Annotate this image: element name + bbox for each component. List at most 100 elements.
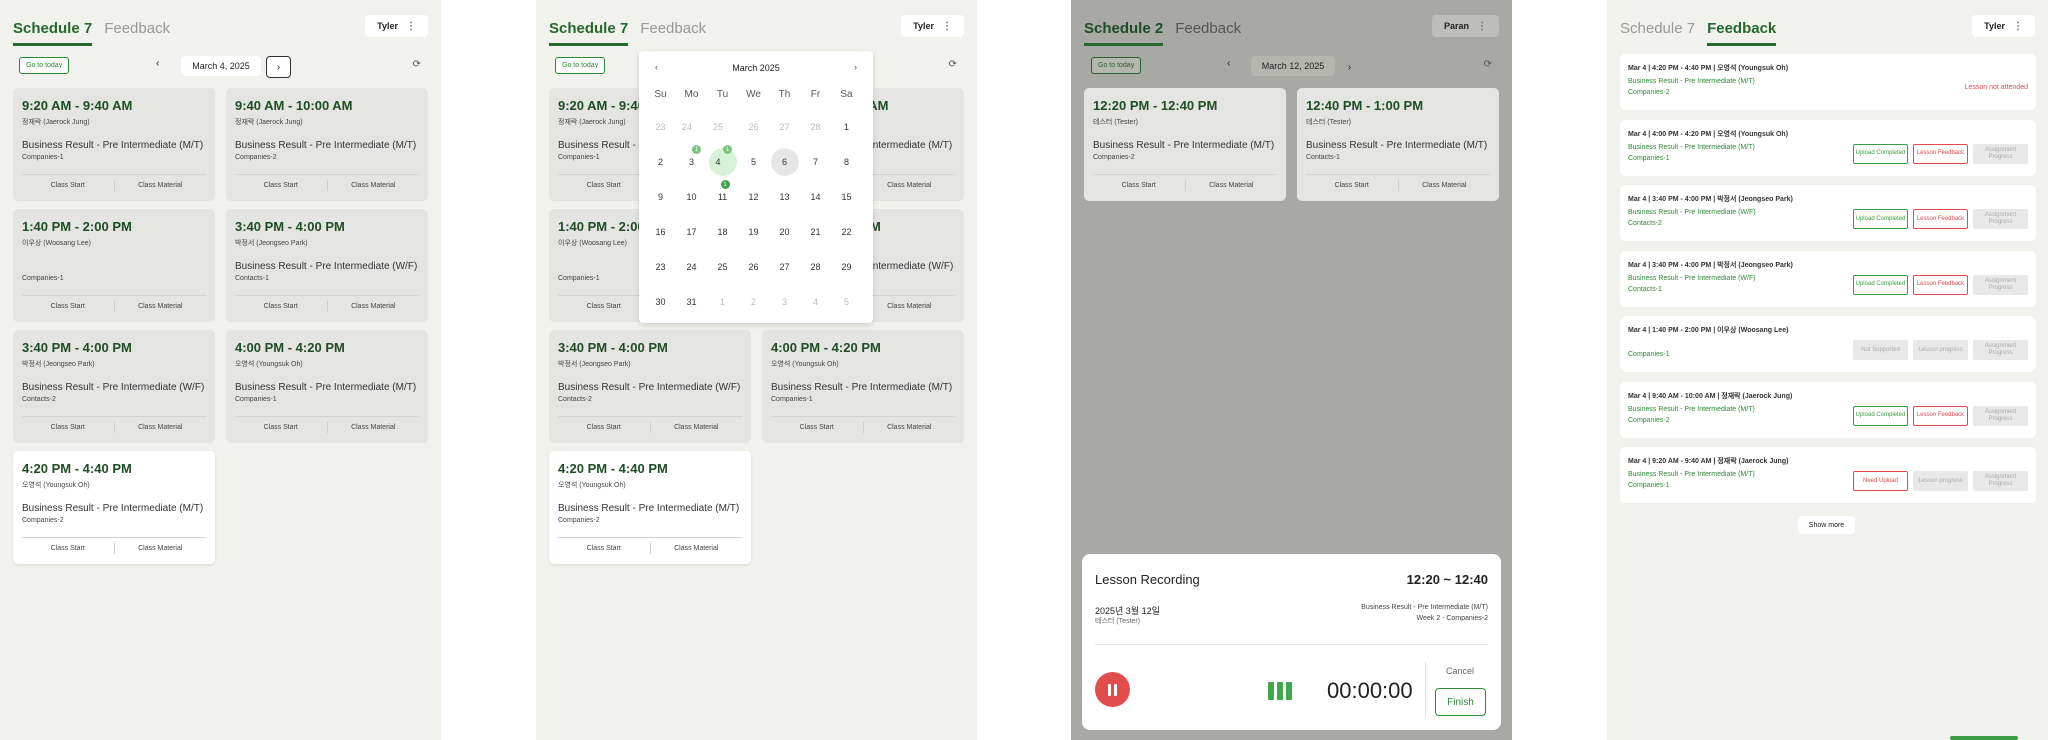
- assignment-progress-button[interactable]: Assignment Progress: [1973, 340, 2028, 360]
- tab-feedback[interactable]: Feedback: [1175, 20, 1241, 46]
- class-material-button[interactable]: Class Material: [864, 182, 956, 189]
- calendar-day[interactable]: 21: [800, 214, 831, 249]
- upload-status-button[interactable]: Upload Completed: [1853, 405, 1908, 426]
- calendar-day[interactable]: 16: [645, 214, 676, 249]
- go-to-today-button[interactable]: Go to today: [555, 57, 606, 74]
- calendar-day[interactable]: 28: [800, 249, 831, 284]
- upload-status-button[interactable]: Need Upload: [1853, 471, 1908, 491]
- calendar-day[interactable]: 20: [769, 214, 800, 249]
- class-material-button[interactable]: Class Material: [651, 545, 743, 552]
- schedule-card[interactable]: 4:00 PM - 4:20 PM 오영석 (Youngsuk Oh) Busine…: [226, 330, 428, 443]
- assignment-progress-button[interactable]: Assignment Progress: [1973, 405, 2028, 426]
- calendar-day[interactable]: 9: [645, 179, 676, 214]
- feedback-row[interactable]: Mar 4 | 3:40 PM - 4:00 PM | 박정서 (Jeongse…: [1620, 250, 2036, 307]
- refresh-icon[interactable]: ⟳: [413, 59, 421, 70]
- class-start-button[interactable]: Class Start: [558, 182, 650, 189]
- calendar-day[interactable]: 24 1: [676, 109, 707, 154]
- class-material-button[interactable]: Class Material: [115, 545, 207, 552]
- schedule-card[interactable]: 4:00 PM - 4:20 PM 오영석 (Youngsuk Oh) Busine…: [762, 330, 964, 443]
- upload-status-button[interactable]: Upload Completed: [1853, 209, 1908, 229]
- calendar-day[interactable]: 25 1: [707, 109, 738, 154]
- calendar-day[interactable]: 15: [831, 179, 862, 214]
- class-start-button[interactable]: Class Start: [235, 303, 327, 310]
- calendar-day[interactable]: 19: [738, 214, 769, 249]
- calendar-day[interactable]: 24: [676, 249, 707, 284]
- user-menu[interactable]: Paran ⋮: [1431, 15, 1499, 37]
- user-menu[interactable]: Tyler ⋮: [1972, 15, 2035, 37]
- calendar-day[interactable]: 22: [831, 214, 862, 249]
- schedule-card[interactable]: 12:20 PM - 12:40 PM 테스터 (Tester) Business …: [1084, 88, 1286, 201]
- schedule-card[interactable]: 3:40 PM - 4:00 PM 박정서 (Jeongseo Park) Busi…: [549, 330, 751, 443]
- calendar-day[interactable]: 30: [645, 284, 676, 319]
- class-start-button[interactable]: Class Start: [558, 545, 650, 552]
- calendar-day[interactable]: 5: [831, 284, 862, 319]
- class-material-button[interactable]: Class Material: [864, 424, 956, 431]
- calendar-day[interactable]: 18: [707, 214, 738, 249]
- calendar-day[interactable]: 14: [800, 179, 831, 214]
- calendar-day[interactable]: 27: [769, 249, 800, 284]
- class-material-button[interactable]: Class Material: [115, 303, 207, 310]
- class-start-button[interactable]: Class Start: [558, 303, 650, 310]
- tab-schedule[interactable]: Schedule 7: [13, 20, 93, 46]
- class-material-button[interactable]: Class Material: [328, 182, 420, 189]
- feedback-row[interactable]: Mar 4 | 9:20 AM - 9:40 AM | 정재락 (Jaerock…: [1620, 447, 2036, 503]
- chevron-left-icon[interactable]: ‹: [156, 58, 159, 69]
- calendar-day[interactable]: 2: [645, 144, 676, 179]
- class-material-button[interactable]: Class Material: [651, 424, 743, 431]
- assignment-progress-button[interactable]: Assignment Progress: [1973, 471, 2028, 491]
- upload-status-button[interactable]: Upload Completed: [1853, 274, 1908, 295]
- cancel-button[interactable]: Cancel: [1446, 666, 1474, 676]
- date-picker-button[interactable]: March 4, 2025: [181, 56, 261, 76]
- class-material-button[interactable]: Class Material: [328, 424, 420, 431]
- finish-button[interactable]: Finish: [1435, 688, 1486, 716]
- chevron-right-icon[interactable]: ›: [1337, 56, 1362, 78]
- refresh-icon[interactable]: ⟳: [1484, 59, 1492, 70]
- schedule-card[interactable]: 3:40 PM - 4:00 PM 박정서 (Jeongseo Park) Busi…: [226, 209, 428, 322]
- chevron-right-icon[interactable]: ›: [266, 56, 291, 78]
- class-start-button[interactable]: Class Start: [22, 182, 114, 189]
- assignment-progress-button[interactable]: Assignment Progress: [1973, 209, 2028, 229]
- class-material-button[interactable]: Class Material: [115, 182, 207, 189]
- chevron-left-icon[interactable]: ‹: [1227, 58, 1230, 69]
- tab-feedback[interactable]: Feedback: [1707, 20, 1777, 46]
- schedule-card[interactable]: 9:20 AM - 9:40 AM 정재락 (Jaerock Jung) Busin…: [13, 88, 215, 201]
- refresh-icon[interactable]: ⟳: [949, 59, 957, 70]
- chevron-right-icon[interactable]: ›: [854, 62, 857, 72]
- go-to-today-button[interactable]: Go to today: [19, 57, 70, 74]
- calendar-day[interactable]: 1: [707, 284, 738, 319]
- upload-status-button[interactable]: Not Supported: [1853, 340, 1908, 360]
- class-start-button[interactable]: Class Start: [235, 424, 327, 431]
- class-material-button[interactable]: Class Material: [115, 424, 207, 431]
- user-menu[interactable]: Tyler ⋮: [365, 15, 428, 37]
- calendar-day[interactable]: 3: [769, 284, 800, 319]
- class-start-button[interactable]: Class Start: [1093, 182, 1185, 189]
- schedule-card[interactable]: 4:20 PM - 4:40 PM 오영석 (Youngsuk Oh) Busine…: [549, 451, 751, 564]
- calendar-day[interactable]: 17: [676, 214, 707, 249]
- schedule-card[interactable]: 9:40 AM - 10:00 AM 정재락 (Jaerock Jung) Busi…: [226, 88, 428, 201]
- tab-feedback[interactable]: Feedback: [640, 20, 706, 46]
- calendar-day[interactable]: 7: [800, 144, 831, 179]
- calendar-day[interactable]: 23: [645, 249, 676, 284]
- calendar-day[interactable]: 13: [769, 179, 800, 214]
- tab-schedule[interactable]: Schedule 2: [1084, 20, 1164, 46]
- feedback-row[interactable]: Mar 4 | 1:40 PM - 2:00 PM | 이우상 (Woosang…: [1620, 316, 2036, 372]
- pause-button[interactable]: [1095, 672, 1130, 707]
- feedback-row[interactable]: Mar 4 | 3:40 PM - 4:00 PM | 박정서 (Jeongse…: [1620, 185, 2036, 241]
- calendar-day[interactable]: 28: [800, 109, 831, 144]
- class-start-button[interactable]: Class Start: [1306, 182, 1398, 189]
- class-start-button[interactable]: Class Start: [22, 545, 114, 552]
- class-material-button[interactable]: Class Material: [1186, 182, 1278, 189]
- assignment-progress-button[interactable]: Assignment Progress: [1973, 274, 2028, 295]
- calendar-day[interactable]: 29: [831, 249, 862, 284]
- schedule-card[interactable]: 3:40 PM - 4:00 PM 박정서 (Jeongseo Park) Busi…: [13, 330, 215, 443]
- calendar-day[interactable]: 10: [676, 179, 707, 214]
- class-start-button[interactable]: Class Start: [22, 424, 114, 431]
- class-start-button[interactable]: Class Start: [558, 424, 650, 431]
- tab-feedback[interactable]: Feedback: [104, 20, 170, 46]
- tab-schedule[interactable]: Schedule 7: [1620, 20, 1695, 46]
- class-material-button[interactable]: Class Material: [864, 303, 956, 310]
- feedback-row[interactable]: Mar 4 | 4:20 PM - 4:40 PM | 오영석 (Youngsu…: [1620, 54, 2036, 110]
- schedule-card[interactable]: 12:40 PM - 1:00 PM 테스터 (Tester) Business R…: [1297, 88, 1499, 201]
- lesson-feedback-button[interactable]: Lesson progress: [1913, 340, 1968, 360]
- calendar-day[interactable]: 26: [738, 109, 769, 144]
